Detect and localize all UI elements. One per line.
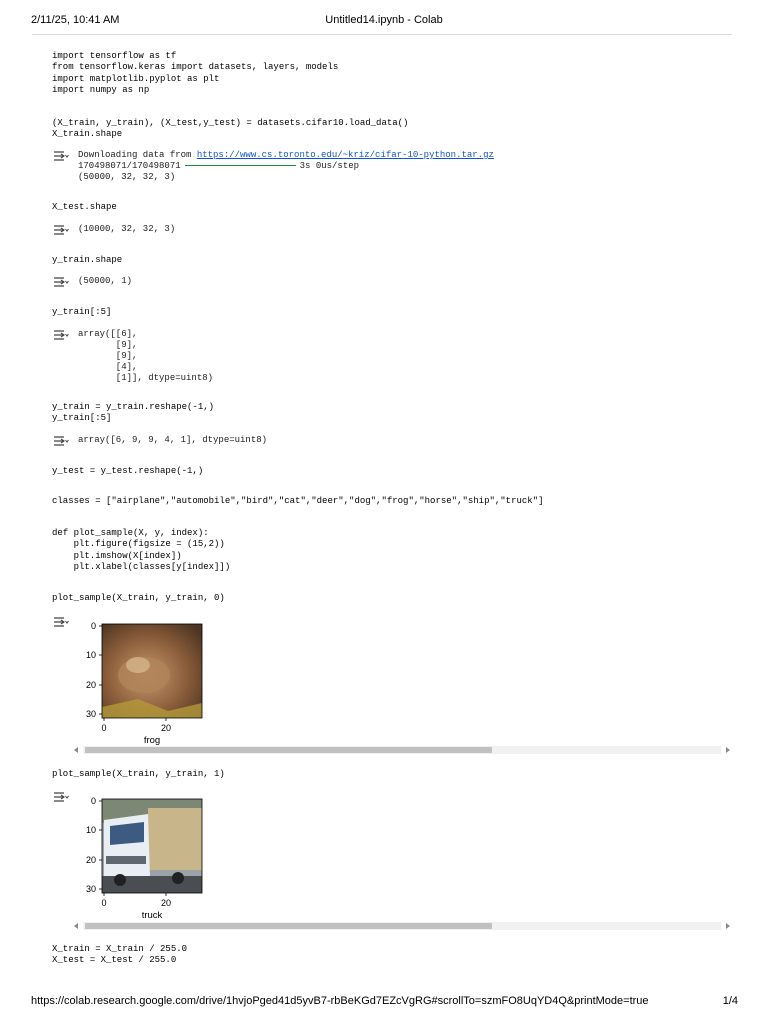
output-collapse-icon[interactable] (53, 791, 69, 803)
output-ytrain-array: array([[6], [9], [9], [4], [1]], dtype=u… (78, 329, 214, 383)
code-cell-plot-sample-1[interactable]: plot_sample(X_train, y_train, 1) (52, 769, 225, 780)
x-tick-label: 20 (161, 898, 171, 908)
x-axis-label: truck (142, 910, 163, 920)
output-download: Downloading data from https://www.cs.tor… (78, 150, 494, 183)
scroll-right-arrow-icon[interactable] (726, 747, 730, 753)
x-axis-label: frog (144, 735, 160, 745)
y-tick-label: 30 (86, 884, 96, 894)
download-text: Downloading data from (78, 150, 197, 160)
code-cell-plot-sample-def[interactable]: def plot_sample(X, y, index): plt.figure… (52, 528, 230, 574)
code-cell-normalize[interactable]: X_train = X_train / 255.0 X_test = X_tes… (52, 944, 187, 967)
x-tick-label: 0 (101, 723, 106, 733)
y-tick-label: 20 (86, 855, 96, 865)
output-horizontal-scrollbar[interactable] (74, 922, 730, 930)
plot-frog: 0 10 20 30 0 20 frog (78, 615, 238, 745)
scrollbar-thumb[interactable] (85, 923, 492, 929)
x-tick-label: 0 (101, 898, 106, 908)
scroll-left-arrow-icon[interactable] (74, 747, 78, 753)
y-tick-label: 20 (86, 680, 96, 690)
output-collapse-icon[interactable] (53, 329, 69, 341)
download-link[interactable]: https://www.cs.toronto.edu/~kriz/cifar-1… (197, 150, 494, 160)
truck-trailer (148, 808, 202, 870)
code-cell-load-data[interactable]: (X_train, y_train), (X_test,y_test) = da… (52, 118, 408, 141)
print-url: https://colab.research.google.com/drive/… (31, 995, 649, 1007)
header-divider (32, 34, 732, 35)
code-cell-classes[interactable]: classes = ["airplane","automobile","bird… (52, 496, 543, 507)
code-cell-xtest-shape[interactable]: X_test.shape (52, 202, 117, 213)
download-timing: 3s 0us/step (299, 161, 360, 171)
output-ytrain-shape: (50000, 1) (78, 276, 133, 286)
output-reshaped-array: array([6, 9, 9, 4, 1], dtype=uint8) (78, 435, 268, 445)
truck-figure: 0 10 20 30 0 20 truck (86, 796, 203, 920)
scrollbar-thumb[interactable] (85, 747, 492, 753)
truck-windshield (110, 822, 144, 845)
scroll-right-arrow-icon[interactable] (726, 923, 730, 929)
y-tick-label: 0 (91, 621, 96, 631)
truck-wheel (172, 872, 184, 884)
code-cell-imports[interactable]: import tensorflow as tf from tensorflow.… (52, 51, 338, 97)
page-number: 1/4 (722, 995, 738, 1007)
output-collapse-icon[interactable] (53, 224, 69, 236)
output-xtest-shape: (10000, 32, 32, 3) (78, 224, 176, 234)
page-title: Untitled14.ipynb - Colab (325, 14, 443, 26)
frog-head (126, 657, 150, 673)
code-cell-reshape-ytrain[interactable]: y_train = y_train.reshape(-1,) y_train[:… (52, 402, 214, 425)
plot-truck: 0 10 20 30 0 20 truck (78, 790, 238, 920)
truck-grille (106, 856, 146, 864)
download-progress-bar (184, 165, 296, 167)
scroll-left-arrow-icon[interactable] (74, 923, 78, 929)
download-bytes: 170498071/170498071 (78, 161, 181, 171)
code-cell-reshape-ytest[interactable]: y_test = y_test.reshape(-1,) (52, 466, 203, 477)
train-shape-output: (50000, 32, 32, 3) (78, 172, 176, 182)
frog-figure: 0 10 20 30 0 20 frog (86, 621, 203, 745)
y-tick-label: 30 (86, 709, 96, 719)
y-tick-label: 0 (91, 796, 96, 806)
output-collapse-icon[interactable] (53, 435, 69, 447)
output-horizontal-scrollbar[interactable] (74, 746, 730, 754)
output-collapse-icon[interactable] (53, 276, 69, 288)
code-cell-ytrain-shape[interactable]: y_train.shape (52, 255, 122, 266)
code-cell-plot-sample-0[interactable]: plot_sample(X_train, y_train, 0) (52, 593, 225, 604)
output-collapse-icon[interactable] (53, 616, 69, 628)
output-collapse-icon[interactable] (53, 150, 69, 162)
y-tick-label: 10 (86, 825, 96, 835)
truck-wheel (114, 874, 126, 886)
x-tick-label: 20 (161, 723, 171, 733)
y-tick-label: 10 (86, 650, 96, 660)
code-cell-ytrain-slice[interactable]: y_train[:5] (52, 307, 111, 318)
